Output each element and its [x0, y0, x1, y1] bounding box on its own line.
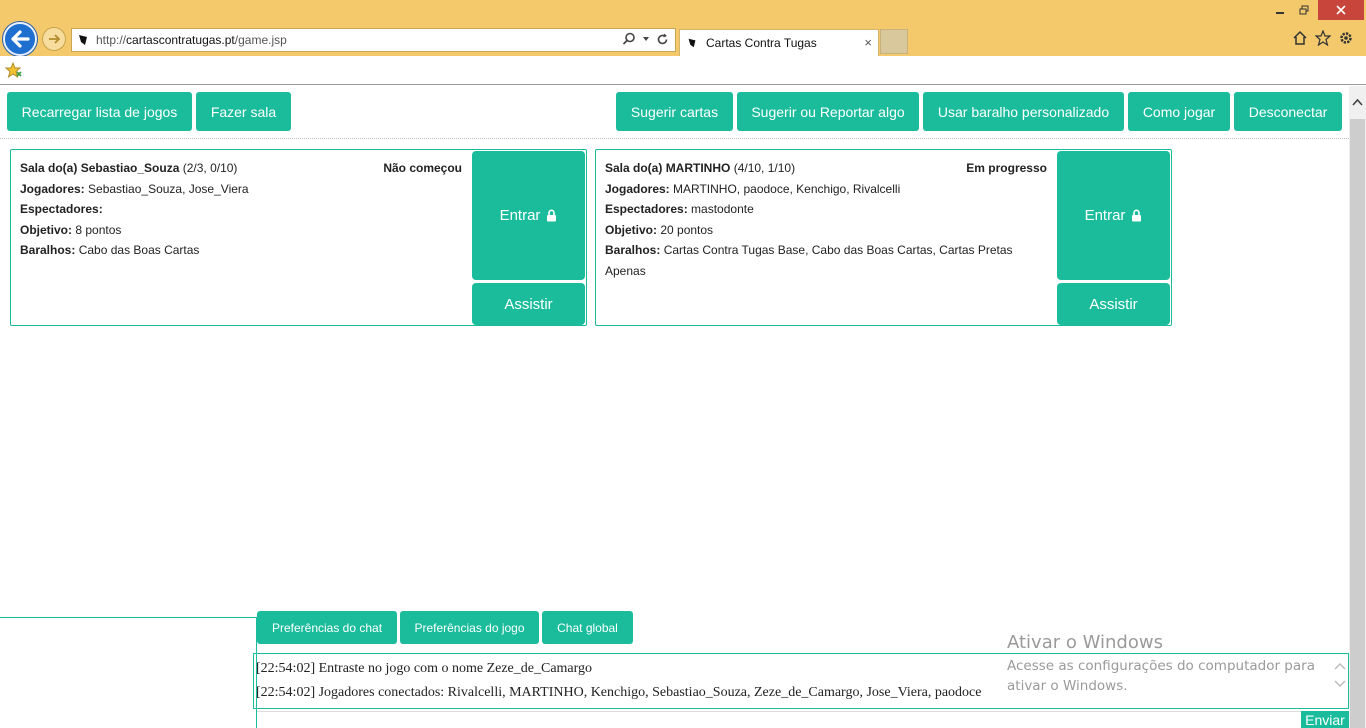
browser-tab[interactable]: Cartas Contra Tugas × — [679, 29, 879, 56]
enter-room-button[interactable]: Entrar — [472, 151, 585, 280]
tab-chat-preferences[interactable]: Preferências do chat — [257, 611, 397, 644]
scrollbar-thumb[interactable] — [1350, 119, 1365, 728]
room-players: Jogadores: Sebastiao_Souza, Jose_Viera — [20, 181, 249, 196]
browser-titlebar: http://cartascontratugas.pt/game.jsp Car… — [0, 0, 1366, 56]
enter-label: Entrar — [499, 207, 541, 224]
disconnect-button[interactable]: Desconectar — [1234, 92, 1342, 131]
room-goal: Objetivo: 8 pontos — [20, 222, 122, 237]
create-room-button[interactable]: Fazer sala — [196, 92, 291, 131]
watch-room-button[interactable]: Assistir — [1057, 283, 1170, 325]
chevron-up-icon[interactable] — [1334, 662, 1346, 670]
chevron-down-icon[interactable] — [1334, 680, 1346, 688]
lock-icon — [547, 209, 557, 222]
tab-close-icon[interactable]: × — [864, 35, 872, 50]
send-button[interactable]: Enviar — [1301, 711, 1349, 728]
gear-icon[interactable] — [1338, 30, 1354, 46]
tab-title: Cartas Contra Tugas — [706, 36, 817, 50]
suggest-cards-button[interactable]: Sugerir cartas — [616, 92, 733, 131]
tab-game-preferences[interactable]: Preferências do jogo — [400, 611, 539, 644]
room-goal: Objetivo: 20 pontos — [605, 222, 714, 237]
address-bar[interactable]: http://cartascontratugas.pt/game.jsp — [71, 28, 676, 52]
room-spectators: Espectadores: mastodonte — [605, 202, 754, 216]
room-spectators: Espectadores: — [20, 202, 103, 216]
forward-button[interactable] — [42, 27, 66, 51]
room-players: Jogadores: MARTINHO, paodoce, Kenchigo, … — [605, 181, 901, 196]
lock-icon — [1132, 209, 1142, 222]
chat-input[interactable] — [257, 711, 1301, 728]
room-status: Em progresso — [966, 161, 1047, 175]
favorites-bar — [0, 56, 1366, 85]
reload-games-button[interactable]: Recarregar lista de jogos — [7, 92, 192, 131]
close-window-button[interactable] — [1318, 0, 1364, 20]
refresh-icon[interactable] — [656, 33, 669, 46]
watermark-title: Ativar o Windows — [1007, 632, 1163, 653]
new-tab-button[interactable] — [880, 29, 908, 54]
enter-label: Entrar — [1084, 207, 1126, 224]
player-list-panel — [0, 617, 257, 728]
room-card: Sala do(a) MARTINHO (4/10, 1/10) Jogador… — [595, 149, 1172, 326]
search-icon[interactable] — [622, 32, 636, 46]
watermark-subtitle: Acesse as configurações do computador pa… — [1007, 658, 1315, 694]
custom-deck-button[interactable]: Usar baralho personalizado — [923, 92, 1124, 131]
add-favorites-icon[interactable] — [5, 62, 22, 79]
minimize-button[interactable] — [1268, 0, 1292, 20]
dropdown-icon[interactable] — [642, 35, 650, 43]
how-to-play-button[interactable]: Como jogar — [1128, 92, 1230, 131]
game-toolbar: Recarregar lista de jogos Fazer sala Sug… — [0, 86, 1349, 139]
windows-activation-watermark: Ativar o Windows Acesse as configurações… — [1007, 632, 1327, 696]
room-card: Sala do(a) Sebastiao_Souza (2/3, 0/10) J… — [10, 149, 587, 326]
tab-global-chat[interactable]: Chat global — [542, 611, 633, 644]
room-decks: Baralhos: Cabo das Boas Cartas — [20, 243, 200, 257]
favorites-star-icon[interactable] — [1315, 30, 1331, 46]
minimize-icon — [1276, 12, 1284, 14]
arrow-right-icon — [49, 34, 61, 44]
suggest-report-button[interactable]: Sugerir ou Reportar algo — [737, 92, 919, 131]
arrow-left-icon — [11, 30, 30, 48]
room-status: Não começou — [383, 161, 462, 175]
url-text[interactable]: http://cartascontratugas.pt/game.jsp — [96, 33, 287, 47]
scroll-up-icon[interactable] — [1352, 98, 1363, 106]
room-decks: Baralhos: Cartas Contra Tugas Base, Cabo… — [605, 243, 1013, 278]
site-favicon-icon — [79, 35, 87, 45]
back-button[interactable] — [3, 22, 37, 56]
enter-room-button[interactable]: Entrar — [1057, 151, 1170, 280]
restore-button[interactable] — [1292, 0, 1316, 20]
close-icon — [1336, 5, 1346, 15]
page-scrollbar[interactable] — [1349, 86, 1366, 728]
home-icon[interactable] — [1292, 30, 1308, 46]
watch-room-button[interactable]: Assistir — [472, 283, 585, 325]
restore-icon — [1299, 5, 1309, 15]
site-favicon-icon — [688, 38, 696, 48]
